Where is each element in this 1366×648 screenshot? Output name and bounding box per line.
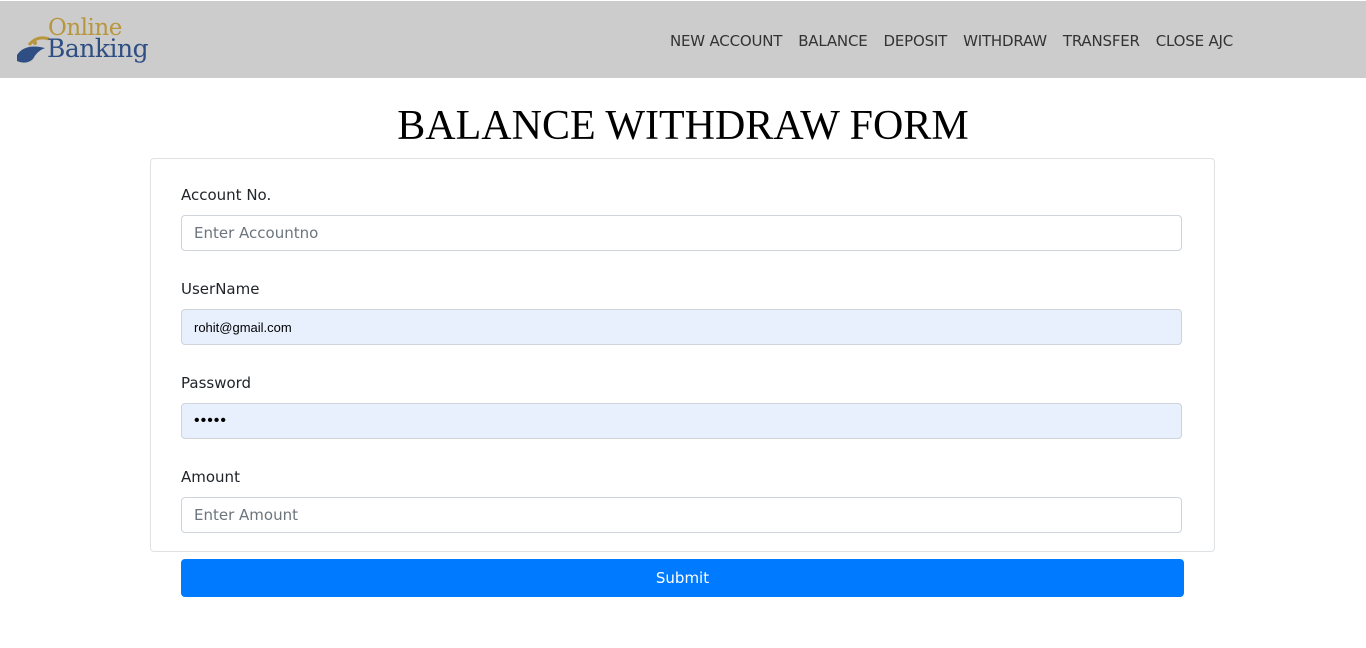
username-input[interactable] xyxy=(181,309,1182,345)
logo[interactable]: Online Banking xyxy=(15,15,155,67)
password-label: Password xyxy=(181,374,252,392)
nav-deposit[interactable]: DEPOSIT xyxy=(876,30,956,52)
nav-new-account[interactable]: NEW ACCOUNT xyxy=(662,30,790,52)
account-no-label: Account No. xyxy=(181,186,272,204)
page-title: BALANCE WITHDRAW FORM xyxy=(397,103,969,149)
nav-withdraw[interactable]: WITHDRAW xyxy=(955,30,1055,52)
account-no-input[interactable] xyxy=(181,215,1182,251)
navbar: Online Banking NEW ACCOUNT BALANCE DEPOS… xyxy=(0,1,1366,78)
amount-label: Amount xyxy=(181,468,240,486)
nav-balance[interactable]: BALANCE xyxy=(790,30,875,52)
nav-transfer[interactable]: TRANSFER xyxy=(1055,30,1148,52)
username-label: UserName xyxy=(181,280,260,298)
amount-input[interactable] xyxy=(181,497,1182,533)
nav-menu: NEW ACCOUNT BALANCE DEPOSIT WITHDRAW TRA… xyxy=(662,30,1241,52)
submit-button[interactable]: Submit xyxy=(181,559,1184,597)
logo-text-banking: Banking xyxy=(47,34,149,63)
password-input[interactable] xyxy=(181,403,1182,439)
nav-close-account[interactable]: CLOSE AJC xyxy=(1148,30,1241,52)
